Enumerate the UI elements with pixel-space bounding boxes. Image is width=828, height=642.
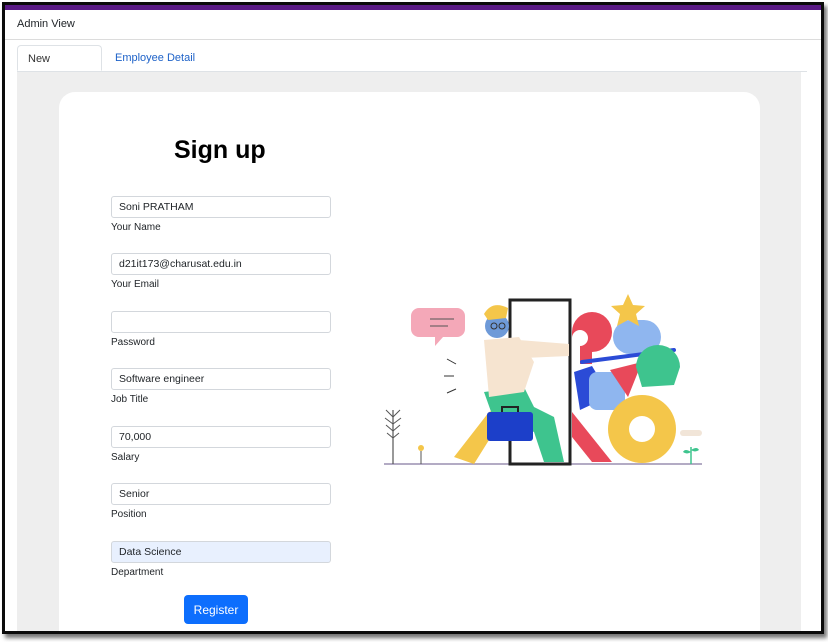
position-label: Position — [111, 509, 147, 520]
password-field-group: Password — [111, 311, 333, 348]
tab-employee-detail[interactable]: Employee Detail — [105, 45, 205, 71]
email-field-group: Your Email — [111, 253, 333, 290]
signup-card: Sign up Your Name Your Email Password Jo… — [59, 92, 760, 631]
window-title: Admin View — [17, 18, 75, 30]
job-title-field-group: Job Title — [111, 368, 333, 405]
department-input[interactable] — [111, 541, 331, 563]
signup-illustration — [384, 294, 702, 466]
position-input[interactable] — [111, 483, 331, 505]
title-bar: Admin View — [5, 10, 821, 40]
password-input[interactable] — [111, 311, 331, 333]
email-input[interactable] — [111, 253, 331, 275]
tab-bar: New Employee Employee Detail — [17, 45, 807, 91]
tab-new-employee[interactable]: New Employee — [17, 45, 102, 91]
salary-input[interactable] — [111, 426, 331, 448]
email-label: Your Email — [111, 279, 159, 290]
department-label: Department — [111, 567, 164, 578]
job-title-input[interactable] — [111, 368, 331, 390]
content-area: Sign up Your Name Your Email Password Jo… — [17, 72, 801, 631]
register-button[interactable]: Register — [184, 595, 248, 624]
app-window: Admin View New Employee Employee Detail … — [2, 2, 824, 634]
name-label: Your Name — [111, 222, 161, 233]
salary-label: Salary — [111, 452, 140, 463]
password-label: Password — [111, 337, 155, 348]
page-title: Sign up — [174, 136, 266, 164]
name-input[interactable] — [111, 196, 331, 218]
salary-field-group: Salary — [111, 426, 333, 463]
position-field-group: Position — [111, 483, 333, 520]
department-field-group: Department — [111, 541, 333, 578]
job-title-label: Job Title — [111, 394, 149, 405]
name-field-group: Your Name — [111, 196, 333, 233]
